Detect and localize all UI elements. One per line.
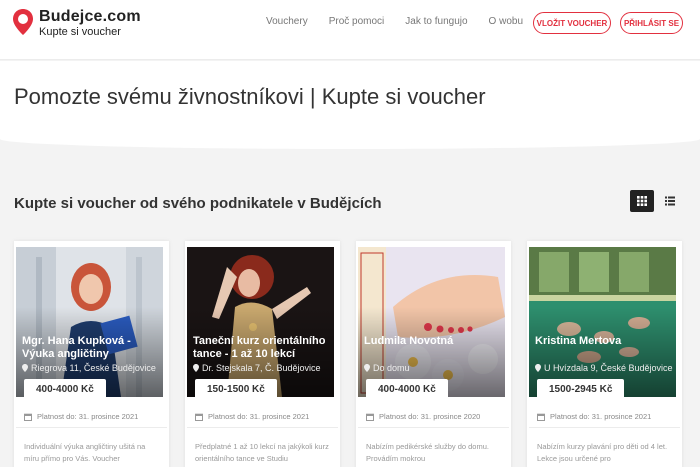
- nav-vouchers[interactable]: Vouchery: [266, 16, 308, 28]
- calendar-icon: [537, 413, 545, 421]
- card-divider: [358, 427, 509, 428]
- calendar-icon: [195, 413, 203, 421]
- nav-about[interactable]: O wobu: [489, 16, 523, 28]
- nav-why-help[interactable]: Proč pomoci: [329, 16, 385, 28]
- calendar-icon: [24, 413, 32, 421]
- voucher-title[interactable]: Mgr. Hana Kupková - Výuka angličtiny: [22, 335, 160, 361]
- voucher-location: Do domu: [364, 363, 410, 373]
- voucher-title[interactable]: Ludmila Novotná: [364, 335, 502, 348]
- site-logo[interactable]: Budejce.com Kupte si voucher: [12, 8, 141, 39]
- voucher-price: 400-4000 Kč: [24, 379, 106, 399]
- brand-tagline: Kupte si voucher: [39, 26, 121, 38]
- voucher-price: 400-4000 Kč: [366, 379, 448, 399]
- voucher-image[interactable]: [529, 247, 676, 397]
- voucher-location: U Hvízdala 9, České Budějovice: [535, 363, 673, 373]
- voucher-card[interactable]: Kristina Mertova U Hvízdala 9, České Bud…: [527, 241, 682, 467]
- voucher-validity: Platnost do: 31. prosince 2020: [366, 412, 480, 421]
- location-pin-icon: [22, 364, 28, 372]
- listing-title: Kupte si voucher od svého podnikatele v …: [14, 195, 382, 212]
- brand-name: Budejce.com: [39, 8, 141, 25]
- voucher-location-text: Dr. Stejskala 7, Č. Budějovice: [202, 363, 321, 373]
- voucher-image[interactable]: [187, 247, 334, 397]
- voucher-validity: Platnost do: 31. prosince 2021: [537, 412, 651, 421]
- card-divider: [16, 427, 167, 428]
- voucher-price: 1500-2945 Kč: [537, 379, 625, 399]
- grid-view-button[interactable]: [630, 190, 654, 212]
- grid-icon: [637, 196, 647, 206]
- card-divider: [529, 427, 680, 428]
- voucher-location: Riegrova 11, České Budějovice: [22, 363, 156, 373]
- voucher-description: Nabízím pedikérské služby do domu. Prová…: [366, 442, 489, 463]
- voucher-location: Dr. Stejskala 7, Č. Budějovice: [193, 363, 321, 373]
- voucher-location-text: Do domu: [373, 363, 410, 373]
- location-pin-icon: [535, 364, 541, 372]
- voucher-validity-text: Platnost do: 31. prosince 2021: [37, 412, 139, 421]
- voucher-description: Individuální výuka angličtiny ušitá na m…: [24, 442, 146, 463]
- main-nav: Vouchery Proč pomoci Jak to fungujo O wo…: [266, 16, 544, 28]
- voucher-price: 150-1500 Kč: [195, 379, 277, 399]
- voucher-location-text: Riegrova 11, České Budějovice: [31, 363, 156, 373]
- top-navigation: Budejce.com Kupte si voucher Vouchery Pr…: [0, 0, 700, 60]
- page-title: Pomozte svému živnostníkovi | Kupte si v…: [14, 84, 486, 109]
- voucher-validity-text: Platnost do: 31. prosince 2021: [550, 412, 652, 421]
- voucher-validity-text: Platnost do: 31. prosince 2021: [208, 412, 310, 421]
- voucher-card[interactable]: Ludmila Novotná Do domu 400-4000 Kč Plat…: [356, 241, 511, 467]
- insert-voucher-button[interactable]: VLOŽIT VOUCHER: [533, 12, 611, 34]
- voucher-image[interactable]: [16, 247, 163, 397]
- list-icon: [665, 196, 675, 206]
- voucher-validity: Platnost do: 31. prosince 2021: [24, 412, 138, 421]
- location-pin-icon: [193, 364, 199, 372]
- voucher-location-text: U Hvízdala 9, České Budějovice: [544, 363, 673, 373]
- map-pin-icon: [13, 9, 33, 35]
- login-button[interactable]: PŘIHLÁSIT SE: [620, 12, 683, 34]
- nav-how-it-works[interactable]: Jak to fungujo: [405, 16, 467, 28]
- location-pin-icon: [364, 364, 370, 372]
- voucher-card[interactable]: Mgr. Hana Kupková - Výuka angličtiny Rie…: [14, 241, 169, 467]
- hero-section: Pomozte svému živnostníkovi | Kupte si v…: [0, 61, 700, 149]
- list-view-button[interactable]: [658, 190, 682, 212]
- card-divider: [187, 427, 338, 428]
- voucher-validity-text: Platnost do: 31. prosince 2020: [379, 412, 481, 421]
- voucher-validity: Platnost do: 31. prosince 2021: [195, 412, 309, 421]
- voucher-description: Předplatné 1 až 10 lekcí na jakýkoli kur…: [195, 442, 329, 463]
- calendar-icon: [366, 413, 374, 421]
- voucher-image[interactable]: [358, 247, 505, 397]
- voucher-title[interactable]: Kristina Mertova: [535, 335, 673, 348]
- voucher-description: Nabízím kurzy plavání pro děti od 4 let.…: [537, 442, 668, 463]
- voucher-card[interactable]: Taneční kurz orientálního tance - 1 až 1…: [185, 241, 340, 467]
- voucher-title[interactable]: Taneční kurz orientálního tance - 1 až 1…: [193, 335, 331, 361]
